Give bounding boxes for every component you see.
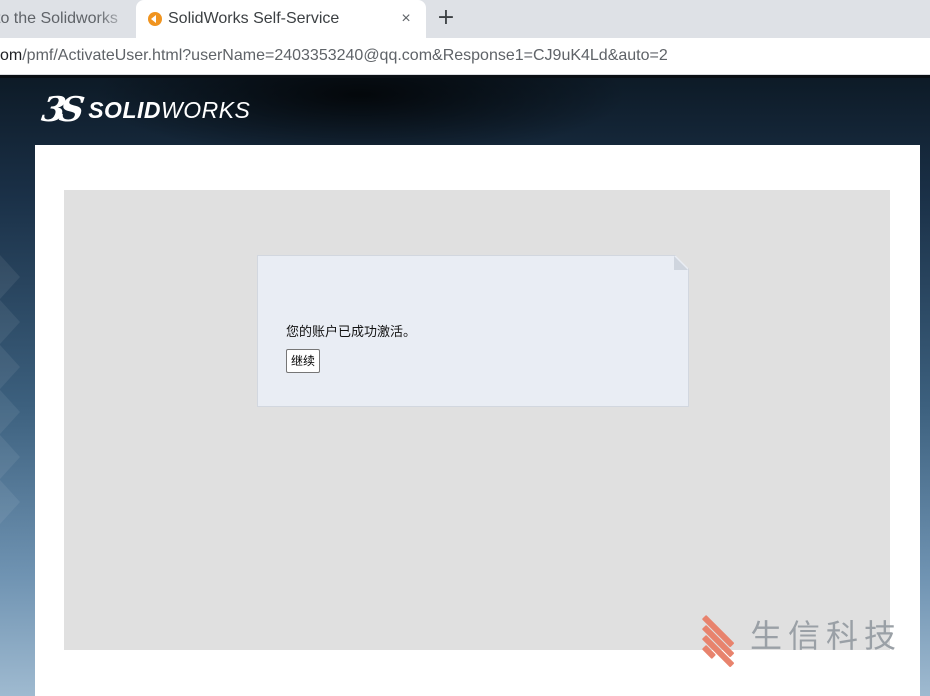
url-path: /pmf/ActivateUser.html?userName=24033532… (22, 47, 668, 64)
browser-tab-active[interactable]: SolidWorks Self-Service × (136, 0, 426, 38)
url-host: om (0, 47, 23, 64)
watermark-text: 生信科技 (750, 617, 903, 655)
activation-message: 您的账户已成功激活。 (286, 325, 417, 340)
grey-panel: 您的账户已成功激活。 继续 (64, 190, 890, 650)
activation-dialog: 您的账户已成功激活。 继续 (257, 255, 689, 407)
continue-button[interactable]: 继续 (286, 349, 320, 373)
ds-logo-mark: 3S (39, 90, 82, 130)
header-top-border (0, 75, 930, 78)
logo-light: WORKS (161, 96, 251, 123)
browser-tab-strip: to the Solidworks SolidWorks Self-Servic… (0, 0, 930, 38)
tab-fade (96, 0, 136, 38)
browser-tab-inactive[interactable]: to the Solidworks (0, 0, 136, 38)
solidworks-logo[interactable]: 3S SOLIDWORKS (39, 90, 250, 130)
browser-toolbar: om/pmf/ActivateUser.html?userName=240335… (0, 38, 930, 75)
decorative-chevron (0, 345, 20, 389)
decorative-chevron (0, 255, 20, 299)
logo-bold: SOLID (88, 96, 161, 123)
plus-icon[interactable]: + (434, 6, 458, 30)
decorative-chevron (0, 300, 20, 344)
decorative-chevron (0, 480, 20, 524)
address-bar[interactable]: om/pmf/ActivateUser.html?userName=240335… (0, 45, 668, 67)
decorative-chevron (0, 435, 20, 479)
page-background: 3S SOLIDWORKS 您的账户已成功激活。 继续 (0, 75, 930, 696)
solidworks-favicon-icon (148, 12, 162, 26)
watermark-logo-icon (700, 612, 744, 668)
logo-wordmark: SOLIDWORKS (88, 97, 250, 124)
watermark: 生信科技 (700, 612, 903, 668)
dialog-folded-corner (674, 256, 688, 270)
close-icon[interactable]: × (396, 9, 416, 29)
decorative-chevron (0, 390, 20, 434)
tab-title: SolidWorks Self-Service (168, 10, 340, 27)
